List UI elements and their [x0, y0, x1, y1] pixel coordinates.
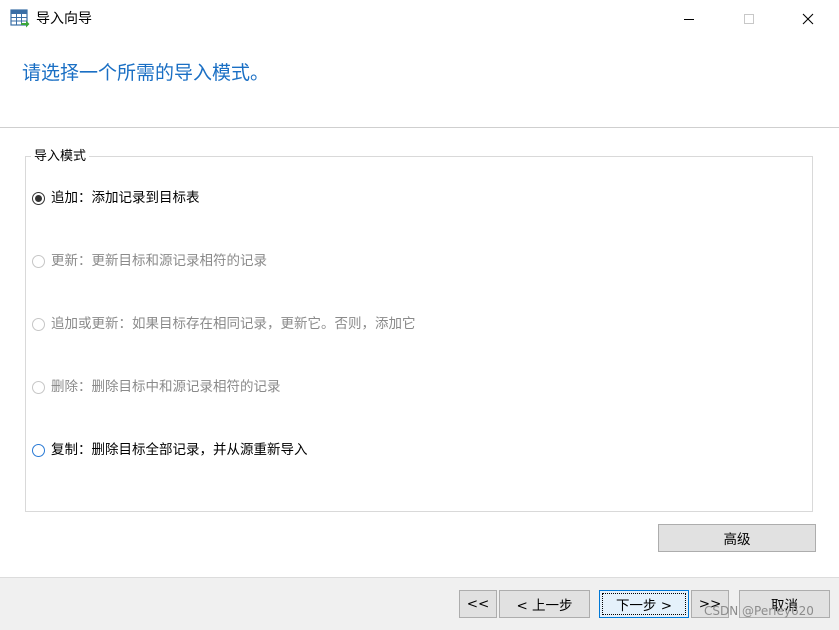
radio-option-append-or-update[interactable]: 追加或更新：如果目标存在相同记录，更新它。否则，添加它: [32, 314, 416, 334]
radio-option-copy[interactable]: 复制：删除目标全部记录，并从源重新导入: [32, 440, 308, 460]
radio-option-update[interactable]: 更新：更新目标和源记录相符的记录: [32, 251, 267, 271]
import-mode-legend: 导入模式: [31, 148, 90, 165]
close-button[interactable]: [779, 0, 837, 38]
previous-button[interactable]: < 上一步: [499, 590, 590, 618]
radio-label: 更新：更新目标和源记录相符的记录: [51, 253, 267, 269]
import-wizard-window: 导入向导 请选择一个所需的导入模式。 导入模式 追加：添加记录到目标表 更新：更…: [0, 0, 839, 630]
radio-label: 删除：删除目标中和源记录相符的记录: [51, 379, 281, 395]
window-title: 导入向导: [36, 11, 92, 27]
next-button[interactable]: 下一步 >: [599, 590, 689, 618]
maximize-icon: [744, 14, 754, 24]
radio-unchecked-icon[interactable]: [32, 443, 45, 457]
title-bar: 导入向导: [0, 0, 839, 38]
minimize-button[interactable]: [660, 0, 718, 38]
radio-unchecked-icon[interactable]: [32, 317, 45, 331]
radio-label: 复制：删除目标全部记录，并从源重新导入: [51, 442, 308, 458]
radio-checked-icon[interactable]: [32, 191, 45, 205]
close-icon: [802, 13, 814, 25]
radio-label: 追加：添加记录到目标表: [51, 190, 200, 206]
header-divider: [0, 127, 839, 128]
radio-unchecked-icon[interactable]: [32, 254, 45, 268]
watermark: CSDN @Perley620: [704, 604, 814, 618]
page-title: 请选择一个所需的导入模式。: [22, 62, 270, 84]
radio-label: 追加或更新：如果目标存在相同记录，更新它。否则，添加它: [51, 316, 416, 332]
maximize-button[interactable]: [720, 0, 778, 38]
table-import-icon: [10, 9, 30, 28]
radio-unchecked-icon[interactable]: [32, 380, 45, 394]
minimize-icon: [684, 19, 694, 20]
advanced-button[interactable]: 高级: [658, 524, 816, 552]
radio-option-append[interactable]: 追加：添加记录到目标表: [32, 188, 200, 208]
first-step-button[interactable]: <<: [459, 590, 497, 618]
next-button-label: 下一步 >: [615, 598, 673, 614]
radio-option-delete[interactable]: 删除：删除目标中和源记录相符的记录: [32, 377, 281, 397]
